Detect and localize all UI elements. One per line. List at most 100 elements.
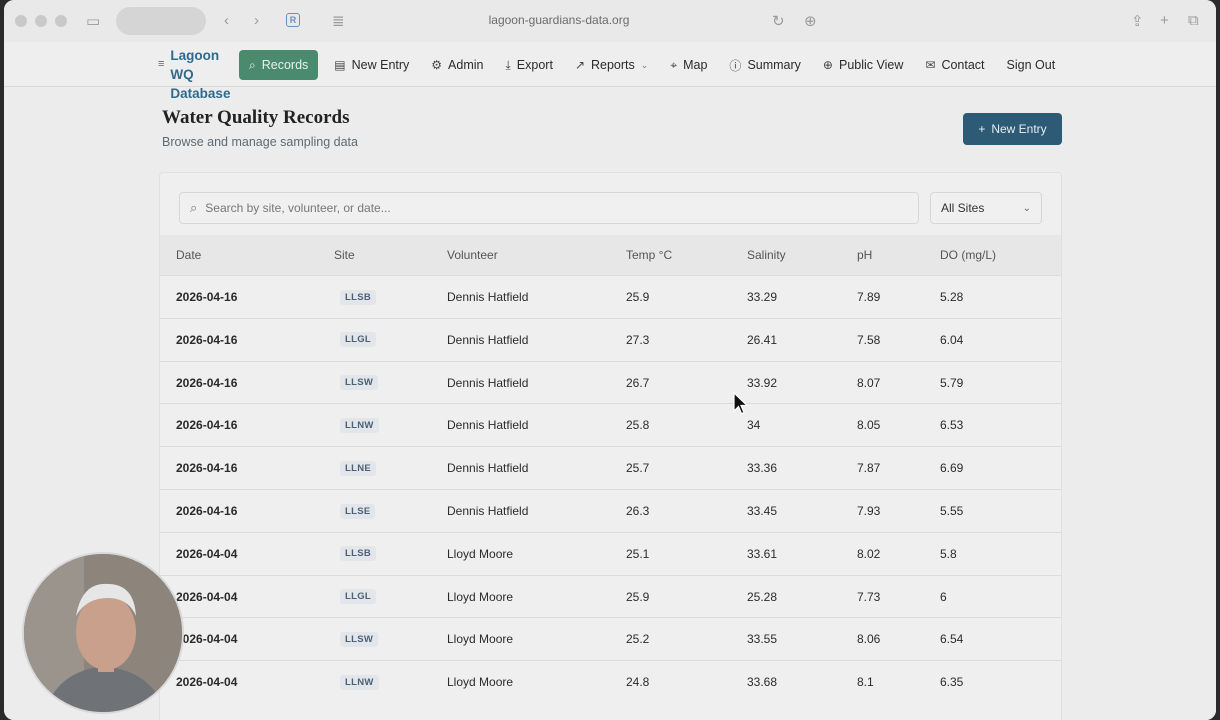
column-header-ph[interactable]: pH <box>857 248 872 262</box>
page-subtitle: Browse and manage sampling data <box>162 135 358 149</box>
table-row[interactable]: 2026-04-04 LLSB Lloyd Moore 25.1 33.61 8.02 5.… <box>160 531 1061 575</box>
cell-salinity: 33.29 <box>747 290 778 304</box>
table-row[interactable]: 2026-04-16 LLNW Dennis Hatfield 25.8 34 8.05 6… <box>160 403 1061 446</box>
menu-icon: ≡ <box>158 58 165 70</box>
webcam-overlay <box>22 552 184 714</box>
site-badge: LLNE <box>340 460 377 476</box>
nav-label: Contact <box>941 58 985 72</box>
nav-reports[interactable]: ↗ Reports ⌄ <box>564 50 659 80</box>
web-page: ≡ Lagoon WQ Database ⌕ Records ▤ New Ent… <box>4 42 1216 720</box>
cell-date: 2026-04-16 <box>176 290 238 304</box>
table-row[interactable]: 2026-04-16 LLSW Dennis Hatfield 26.7 33.92 8.… <box>160 360 1061 404</box>
new-tab-icon[interactable]: + <box>1160 12 1169 29</box>
cell-ph: 7.89 <box>857 290 881 304</box>
cell-temp: 25.2 <box>626 632 650 647</box>
cell-date: 2026-04-16 <box>176 461 238 476</box>
nav-label: Public View <box>838 58 904 72</box>
clipboard-icon: ▤ <box>334 58 346 72</box>
column-header-salinity[interactable]: Salinity <box>747 248 786 262</box>
column-header-volunteer[interactable]: Volunteer <box>447 248 498 262</box>
site-badge: LLSB <box>340 546 377 562</box>
search-input[interactable]: ⌕ Search by site, volunteer, or date... <box>179 192 919 224</box>
table-row[interactable]: 2026-04-04 LLGL Lloyd Moore 25.9 25.28 7.73 6 <box>160 574 1061 618</box>
records-card: ⌕ Search by site, volunteer, or date... … <box>159 172 1062 720</box>
column-header-do[interactable]: DO (mg/L) <box>940 248 996 262</box>
tab-overview-icon[interactable]: ⧉ <box>1188 12 1199 29</box>
cell-date: 2026-04-16 <box>176 332 238 347</box>
cell-salinity: 33.68 <box>747 675 778 690</box>
nav-summary[interactable]: ⓘ Summary <box>718 50 812 80</box>
cell-do: 6.53 <box>940 418 964 433</box>
table-row[interactable]: 2026-04-16 LLSB Dennis Hatfield 25.9 33.29 7.… <box>160 275 1061 318</box>
address-bar[interactable]: lagoon-guardians-data.org <box>4 13 1114 27</box>
column-header-temp[interactable]: Temp °C <box>626 248 672 262</box>
table-row[interactable]: 2026-04-16 LLGL Dennis Hatfield 27.3 26.41 7.… <box>160 317 1061 361</box>
nav-label: Map <box>683 58 708 72</box>
share-icon[interactable]: ⇪ <box>1131 12 1144 30</box>
cell-ph: 7.87 <box>857 461 881 476</box>
trend-icon: ↗ <box>574 58 585 72</box>
nav-export[interactable]: ⤓ Export <box>494 50 563 80</box>
table-row[interactable]: 2026-04-16 LLSE Dennis Hatfield 26.3 33.45 7.… <box>160 489 1061 532</box>
cell-ph: 8.05 <box>857 418 881 433</box>
site-badge: LLSE <box>340 503 376 519</box>
plus-icon: + <box>978 122 986 136</box>
reload-icon[interactable]: ↻ <box>772 12 785 30</box>
cell-ph: 7.73 <box>857 589 881 604</box>
brand-line: Database <box>170 86 231 101</box>
site-badge: LLSW <box>340 631 379 647</box>
cell-date: 2026-04-16 <box>176 504 238 518</box>
cell-do: 6 <box>940 589 947 604</box>
chevron-down-icon: ⌄ <box>1022 202 1031 214</box>
nav-contact[interactable]: ✉ Contact <box>914 50 995 80</box>
nav-label: New Entry <box>351 58 410 72</box>
gear-icon: ⚙ <box>431 58 443 72</box>
site-filter-select[interactable]: All Sites ⌄ <box>930 192 1042 224</box>
cell-volunteer: Lloyd Moore <box>447 632 514 647</box>
table-header: Date Site Volunteer Temp °C Salinity pH … <box>160 235 1061 275</box>
cell-date: 2026-04-04 <box>176 589 238 604</box>
brand-line: Lagoon <box>170 48 220 63</box>
nav-records[interactable]: ⌕ Records <box>239 50 319 80</box>
nav-new-entry[interactable]: ▤ New Entry <box>323 50 420 80</box>
site-badge: LLGL <box>340 589 376 605</box>
cell-volunteer: Lloyd Moore <box>447 675 514 690</box>
table-row[interactable]: 2026-04-04 LLNW Lloyd Moore 24.8 33.68 8.1 6.3… <box>160 660 1061 703</box>
cell-temp: 27.3 <box>626 332 650 347</box>
download-status-icon[interactable]: ⊕ <box>804 12 817 30</box>
nav-label: Admin <box>448 58 484 72</box>
page-title: Water Quality Records <box>162 107 350 128</box>
cell-do: 6.35 <box>940 675 964 690</box>
site-badge: LLSB <box>340 289 377 305</box>
nav-public-view[interactable]: ⊕ Public View <box>812 50 914 80</box>
cell-date: 2026-04-04 <box>176 546 238 561</box>
cell-volunteer: Lloyd Moore <box>447 589 514 604</box>
cell-do: 5.79 <box>940 375 964 390</box>
cell-temp: 25.8 <box>626 418 650 433</box>
cell-do: 6.69 <box>940 461 964 476</box>
cell-volunteer: Dennis Hatfield <box>447 375 529 390</box>
cell-ph: 7.93 <box>857 504 881 518</box>
nav-map[interactable]: ⌖ Map <box>659 50 718 80</box>
cell-temp: 25.9 <box>626 589 650 604</box>
cell-ph: 8.1 <box>857 675 874 690</box>
table-row[interactable]: 2026-04-04 LLSW Lloyd Moore 25.2 33.55 8.06 6.… <box>160 617 1061 660</box>
cell-volunteer: Dennis Hatfield <box>447 504 529 518</box>
cell-date: 2026-04-04 <box>176 675 238 690</box>
brand-logo[interactable]: ≡ Lagoon WQ Database <box>158 46 234 103</box>
cell-temp: 25.9 <box>626 290 650 304</box>
site-badge: LLGL <box>340 332 376 348</box>
column-header-date[interactable]: Date <box>176 248 201 262</box>
column-header-site[interactable]: Site <box>334 248 355 262</box>
nav-sign-out[interactable]: Sign Out <box>996 50 1067 80</box>
nav-label: Sign Out <box>1006 58 1056 72</box>
map-pin-icon: ⌖ <box>670 57 678 72</box>
cell-salinity: 33.36 <box>747 461 778 476</box>
cell-do: 6.04 <box>940 332 964 347</box>
table-row[interactable]: 2026-04-16 LLNE Dennis Hatfield 25.7 33.36 7.… <box>160 446 1061 489</box>
new-entry-label: New Entry <box>991 122 1047 136</box>
cell-volunteer: Dennis Hatfield <box>447 332 529 347</box>
cell-salinity: 25.28 <box>747 589 778 604</box>
nav-admin[interactable]: ⚙ Admin <box>420 50 494 80</box>
new-entry-button[interactable]: + New Entry <box>963 113 1062 145</box>
